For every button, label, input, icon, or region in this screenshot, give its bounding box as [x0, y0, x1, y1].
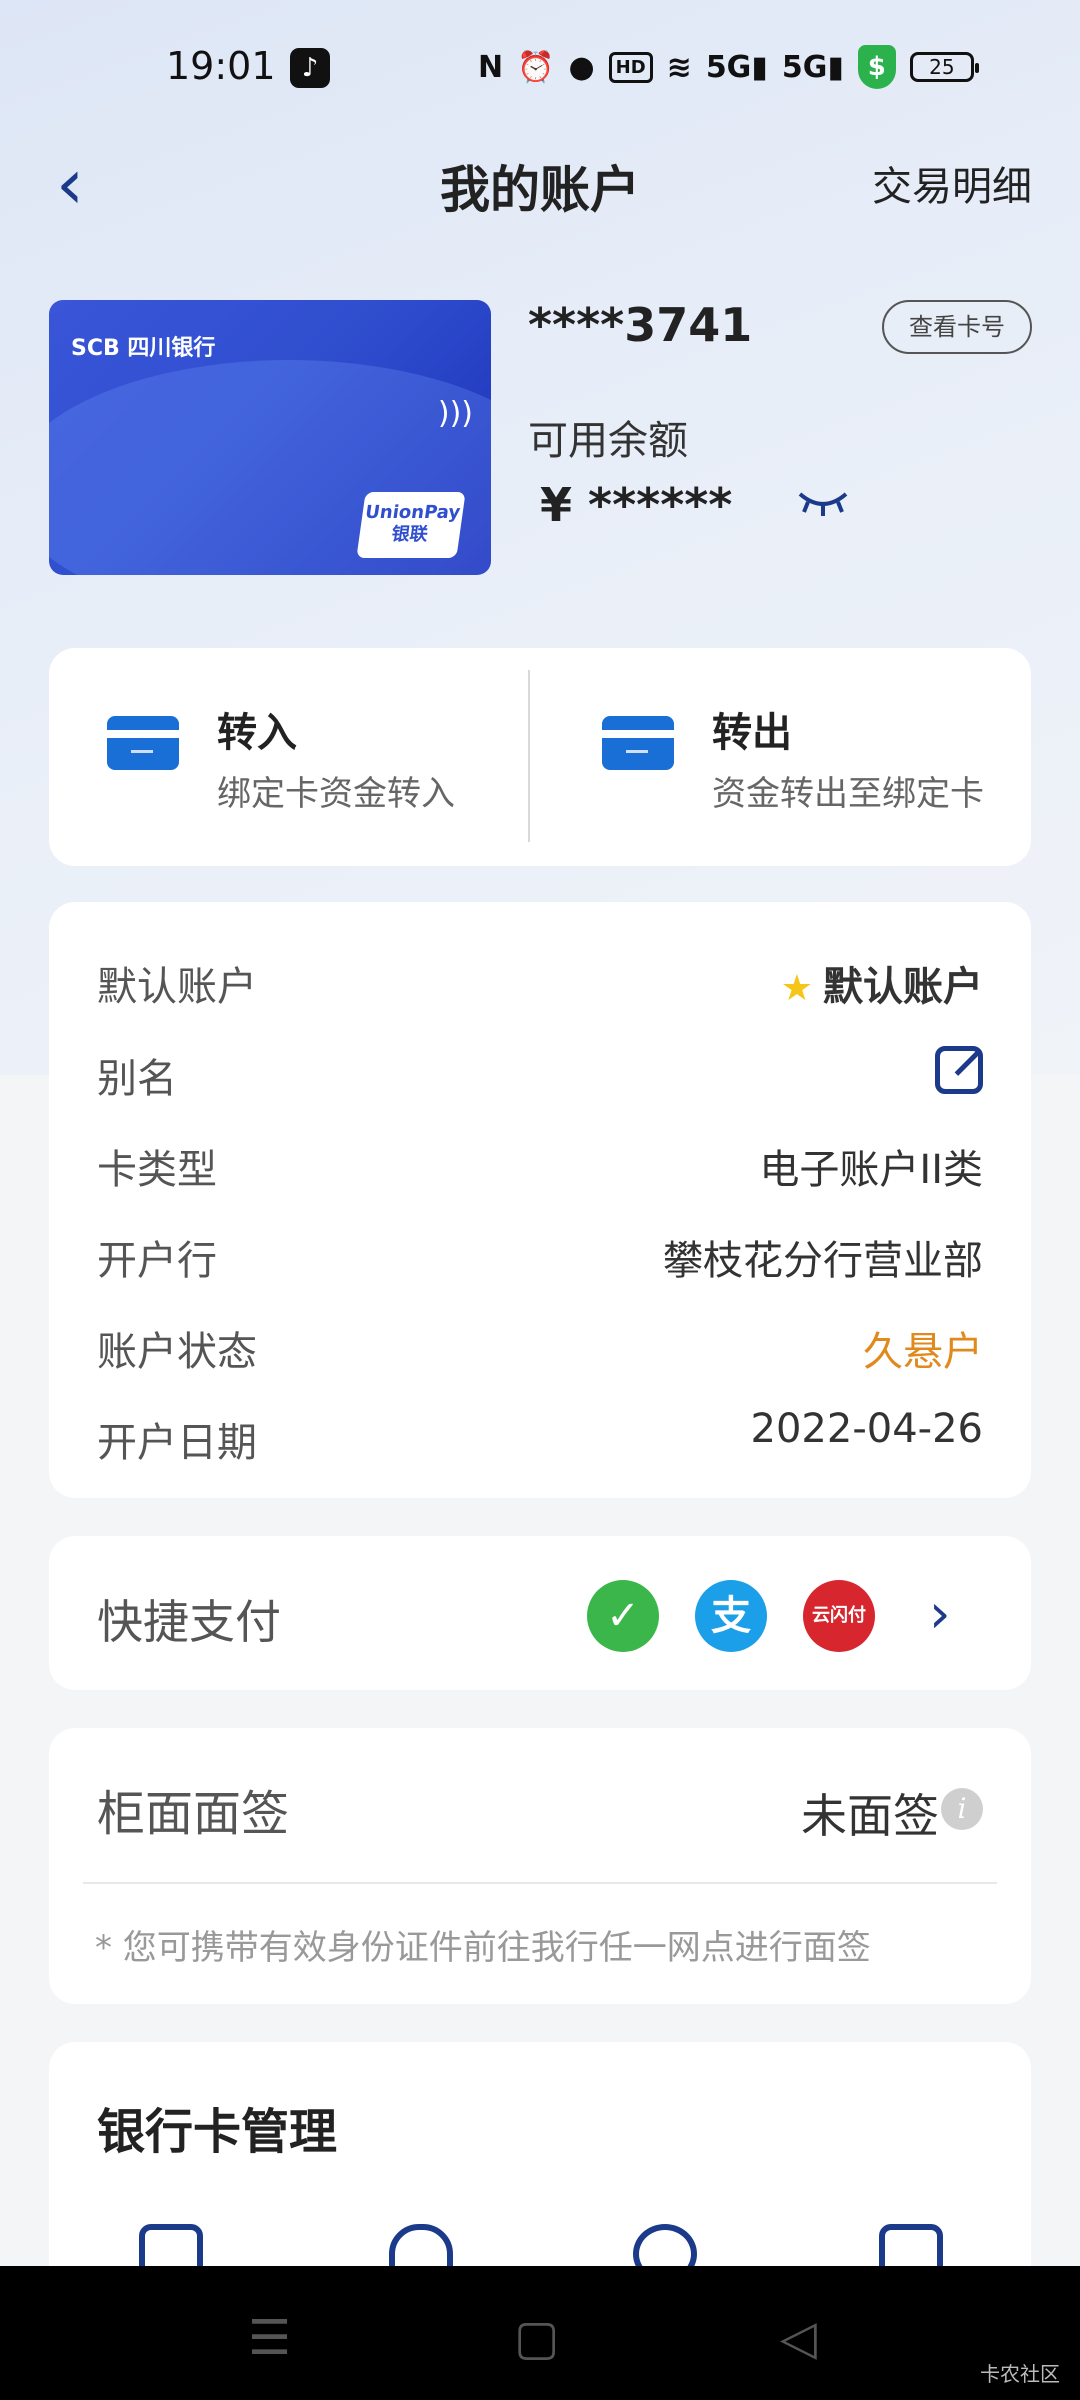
page-header: ‹ 我的账户 交易明细 [0, 130, 1080, 240]
default-account-value: ★ 默认账户 [780, 964, 983, 1010]
hd-icon: HD [608, 51, 653, 83]
edit-alias-icon[interactable] [935, 1046, 983, 1094]
alarm-icon: ⏰ [517, 49, 555, 85]
balance-label: 可用余额 [528, 418, 688, 464]
home-nav-button[interactable]: ▢ [514, 2310, 559, 2366]
opening-branch-label: 开户行 [97, 1238, 217, 1284]
status-time: 19:01 [166, 44, 276, 88]
watermark: 卡农社区 [980, 2362, 1060, 2386]
back-nav-button[interactable]: ◁ [780, 2310, 817, 2366]
counter-sign-panel: 柜面面签 未面签 i * 您可携带有效身份证件前往我行任一网点进行面签 [49, 1728, 1031, 2004]
card-type-label: 卡类型 [97, 1147, 217, 1193]
counter-sign-label: 柜面面签 [97, 1786, 290, 1842]
bank-logo: SCB 四川银行 [71, 336, 216, 361]
card-type-value: 电子账户II类 [759, 1147, 983, 1193]
counter-sign-note: * 您可携带有效身份证件前往我行任一网点进行面签 [95, 1928, 871, 1968]
transfer-out-title: 转出 [712, 710, 792, 756]
chevron-right-icon: › [929, 1582, 951, 1645]
wifi-icon: ≋ [666, 49, 692, 85]
opening-date-value: 2022-04-26 [750, 1406, 983, 1452]
card-icon [602, 716, 674, 770]
tiktok-icon: ♪ [290, 48, 330, 88]
transfer-in-title: 转入 [217, 710, 297, 756]
quick-pay-row[interactable]: 快捷支付 ✓ 支 云闪付 › [49, 1536, 1031, 1690]
account-status-value: 久悬户 [863, 1329, 983, 1375]
card-management-title: 银行卡管理 [97, 2104, 338, 2160]
view-card-number-button[interactable]: 查看卡号 [882, 300, 1032, 354]
unionpay-cloud-icon: 云闪付 [803, 1580, 875, 1652]
transfer-in-button[interactable]: 转入 绑定卡资金转入 [107, 700, 507, 820]
unionpay-logo: UnionPay 银联 [356, 492, 466, 558]
location-icon: ● [568, 49, 595, 85]
divider [83, 1882, 997, 1884]
transfer-out-button[interactable]: 转出 资金转出至绑定卡 [602, 700, 1022, 820]
card-icon [107, 716, 179, 770]
system-nav-bar: ☰ ▢ ◁ 卡农社区 [0, 2266, 1080, 2400]
bank-card-image: SCB 四川银行 ))) UnionPay 银联 [49, 300, 491, 575]
default-account-label: 默认账户 [97, 964, 257, 1010]
nfc-icon: N [478, 49, 504, 85]
quick-pay-label: 快捷支付 [97, 1595, 281, 1649]
balance-value: ¥ ****** [540, 478, 733, 532]
status-icons: N ⏰ ● HD ≋ 5G▮ 5G▮ $ 25 [478, 45, 979, 89]
opening-date-label: 开户日期 [97, 1420, 257, 1466]
card-number: ****3741 [528, 298, 753, 352]
shield-icon: $ [857, 45, 896, 89]
alipay-icon: 支 [695, 1580, 767, 1652]
account-info-panel: 默认账户 ★ 默认账户 别名 卡类型 电子账户II类 开户行 攀枝花分行营业部 账… [49, 902, 1031, 1498]
eye-closed-icon[interactable] [796, 488, 850, 518]
signal-5g-icon: 5G▮ [781, 49, 844, 85]
status-bar: 19:01 ♪ N ⏰ ● HD ≋ 5G▮ 5G▮ $ 25 [0, 0, 1080, 130]
signal-5g-icon: 5G▮ [705, 49, 768, 85]
transaction-details-link[interactable]: 交易明细 [872, 154, 1032, 212]
transfer-divider [528, 670, 530, 842]
opening-branch-value: 攀枝花分行营业部 [663, 1238, 983, 1284]
account-status-label: 账户状态 [97, 1329, 257, 1375]
transfer-in-subtitle: 绑定卡资金转入 [217, 774, 455, 814]
info-icon[interactable]: i [941, 1788, 983, 1830]
transfer-out-subtitle: 资金转出至绑定卡 [712, 774, 984, 814]
counter-sign-status: 未面签 [801, 1789, 939, 1843]
star-icon: ★ [780, 968, 813, 1009]
menu-nav-button[interactable]: ☰ [248, 2310, 291, 2366]
contactless-icon: ))) [437, 396, 473, 431]
wechat-pay-icon: ✓ [587, 1580, 659, 1652]
alias-label: 别名 [97, 1056, 177, 1102]
battery-icon: 25 [909, 52, 979, 82]
